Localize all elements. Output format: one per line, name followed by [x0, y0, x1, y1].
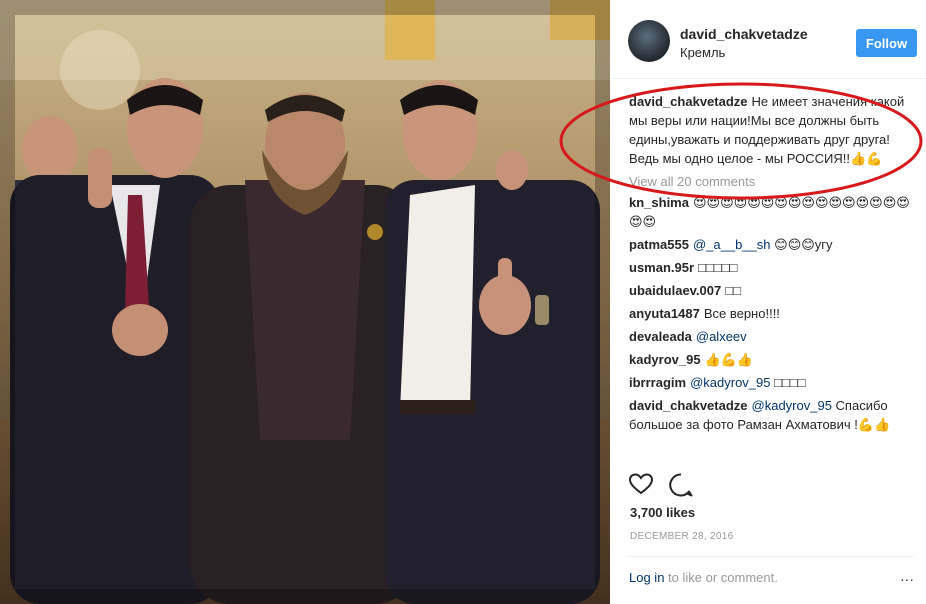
- comment-text: □□□□□: [698, 260, 738, 275]
- comment-text: 👍💪👍: [704, 352, 754, 367]
- comment-row: ubaidulaev.007 □□: [629, 281, 919, 300]
- comment-mention[interactable]: @kadyrov_95: [752, 398, 832, 413]
- comment-row: kn_shima 😍😍😍😍😍😍😍😍😍😍😍😍😍😍😍😍😍😍: [629, 193, 919, 231]
- comment-username[interactable]: ubaidulaev.007: [629, 283, 721, 298]
- instagram-post: david_chakvetadze Кремль Follow david_ch…: [0, 0, 926, 604]
- comment-username[interactable]: david_chakvetadze: [629, 398, 748, 413]
- comment-username[interactable]: devaleada: [629, 329, 692, 344]
- comment-username[interactable]: anyuta1487: [629, 306, 700, 321]
- post-header: david_chakvetadze Кремль Follow: [612, 0, 926, 79]
- comment-icon[interactable]: [668, 472, 694, 498]
- location-link[interactable]: Кремль: [680, 45, 725, 60]
- comment-list: david_chakvetadze Не имеет значения какой…: [629, 92, 919, 438]
- comment-username[interactable]: patma555: [629, 237, 689, 252]
- comment-row: kadyrov_95 👍💪👍: [629, 350, 919, 369]
- login-link[interactable]: Log in: [629, 570, 664, 585]
- comment-mention[interactable]: @alxeev: [696, 329, 747, 344]
- comment-text: □□□□: [770, 375, 806, 390]
- divider: [628, 556, 914, 557]
- comment-mention[interactable]: @_a__b__sh: [693, 237, 771, 252]
- likes-count[interactable]: 3,700 likes: [630, 505, 695, 520]
- post-photo[interactable]: [0, 0, 610, 604]
- more-options-icon[interactable]: ···: [900, 571, 914, 587]
- view-all-comments-link[interactable]: View all 20 comments: [629, 174, 919, 189]
- comment-row: patma555 @_a__b__sh 😊😊😊угу: [629, 235, 919, 254]
- caption: david_chakvetadze Не имеет значения какой…: [629, 92, 919, 168]
- follow-button[interactable]: Follow: [856, 29, 917, 57]
- comment-username[interactable]: usman.95r: [629, 260, 694, 275]
- photo-illustration: [0, 0, 610, 604]
- comment-username[interactable]: kadyrov_95: [629, 352, 701, 367]
- comment-row: david_chakvetadze @kadyrov_95 Спасибо бол…: [629, 396, 919, 434]
- comment-row: anyuta1487 Все верно!!!!: [629, 304, 919, 323]
- login-rest: to like or comment.: [664, 570, 778, 585]
- post-date: DECEMBER 28, 2016: [630, 531, 734, 542]
- comment-row: devaleada @alxeev: [629, 327, 919, 346]
- caption-username[interactable]: david_chakvetadze: [629, 94, 748, 109]
- comment-username[interactable]: kn_shima: [629, 195, 689, 210]
- header-username[interactable]: david_chakvetadze: [680, 26, 808, 42]
- comment-username[interactable]: ibrrragim: [629, 375, 686, 390]
- comment-text: Все верно!!!!: [703, 306, 780, 321]
- avatar[interactable]: [628, 20, 670, 62]
- comment-mention[interactable]: @kadyrov_95: [690, 375, 770, 390]
- comment-row: usman.95r □□□□□: [629, 258, 919, 277]
- login-prompt: Log in to like or comment.: [629, 570, 778, 585]
- heart-icon[interactable]: [628, 472, 654, 496]
- comment-text: □□: [725, 283, 741, 298]
- comment-row: ibrrragim @kadyrov_95 □□□□: [629, 373, 919, 392]
- comment-text: 😊😊😊угу: [770, 237, 833, 252]
